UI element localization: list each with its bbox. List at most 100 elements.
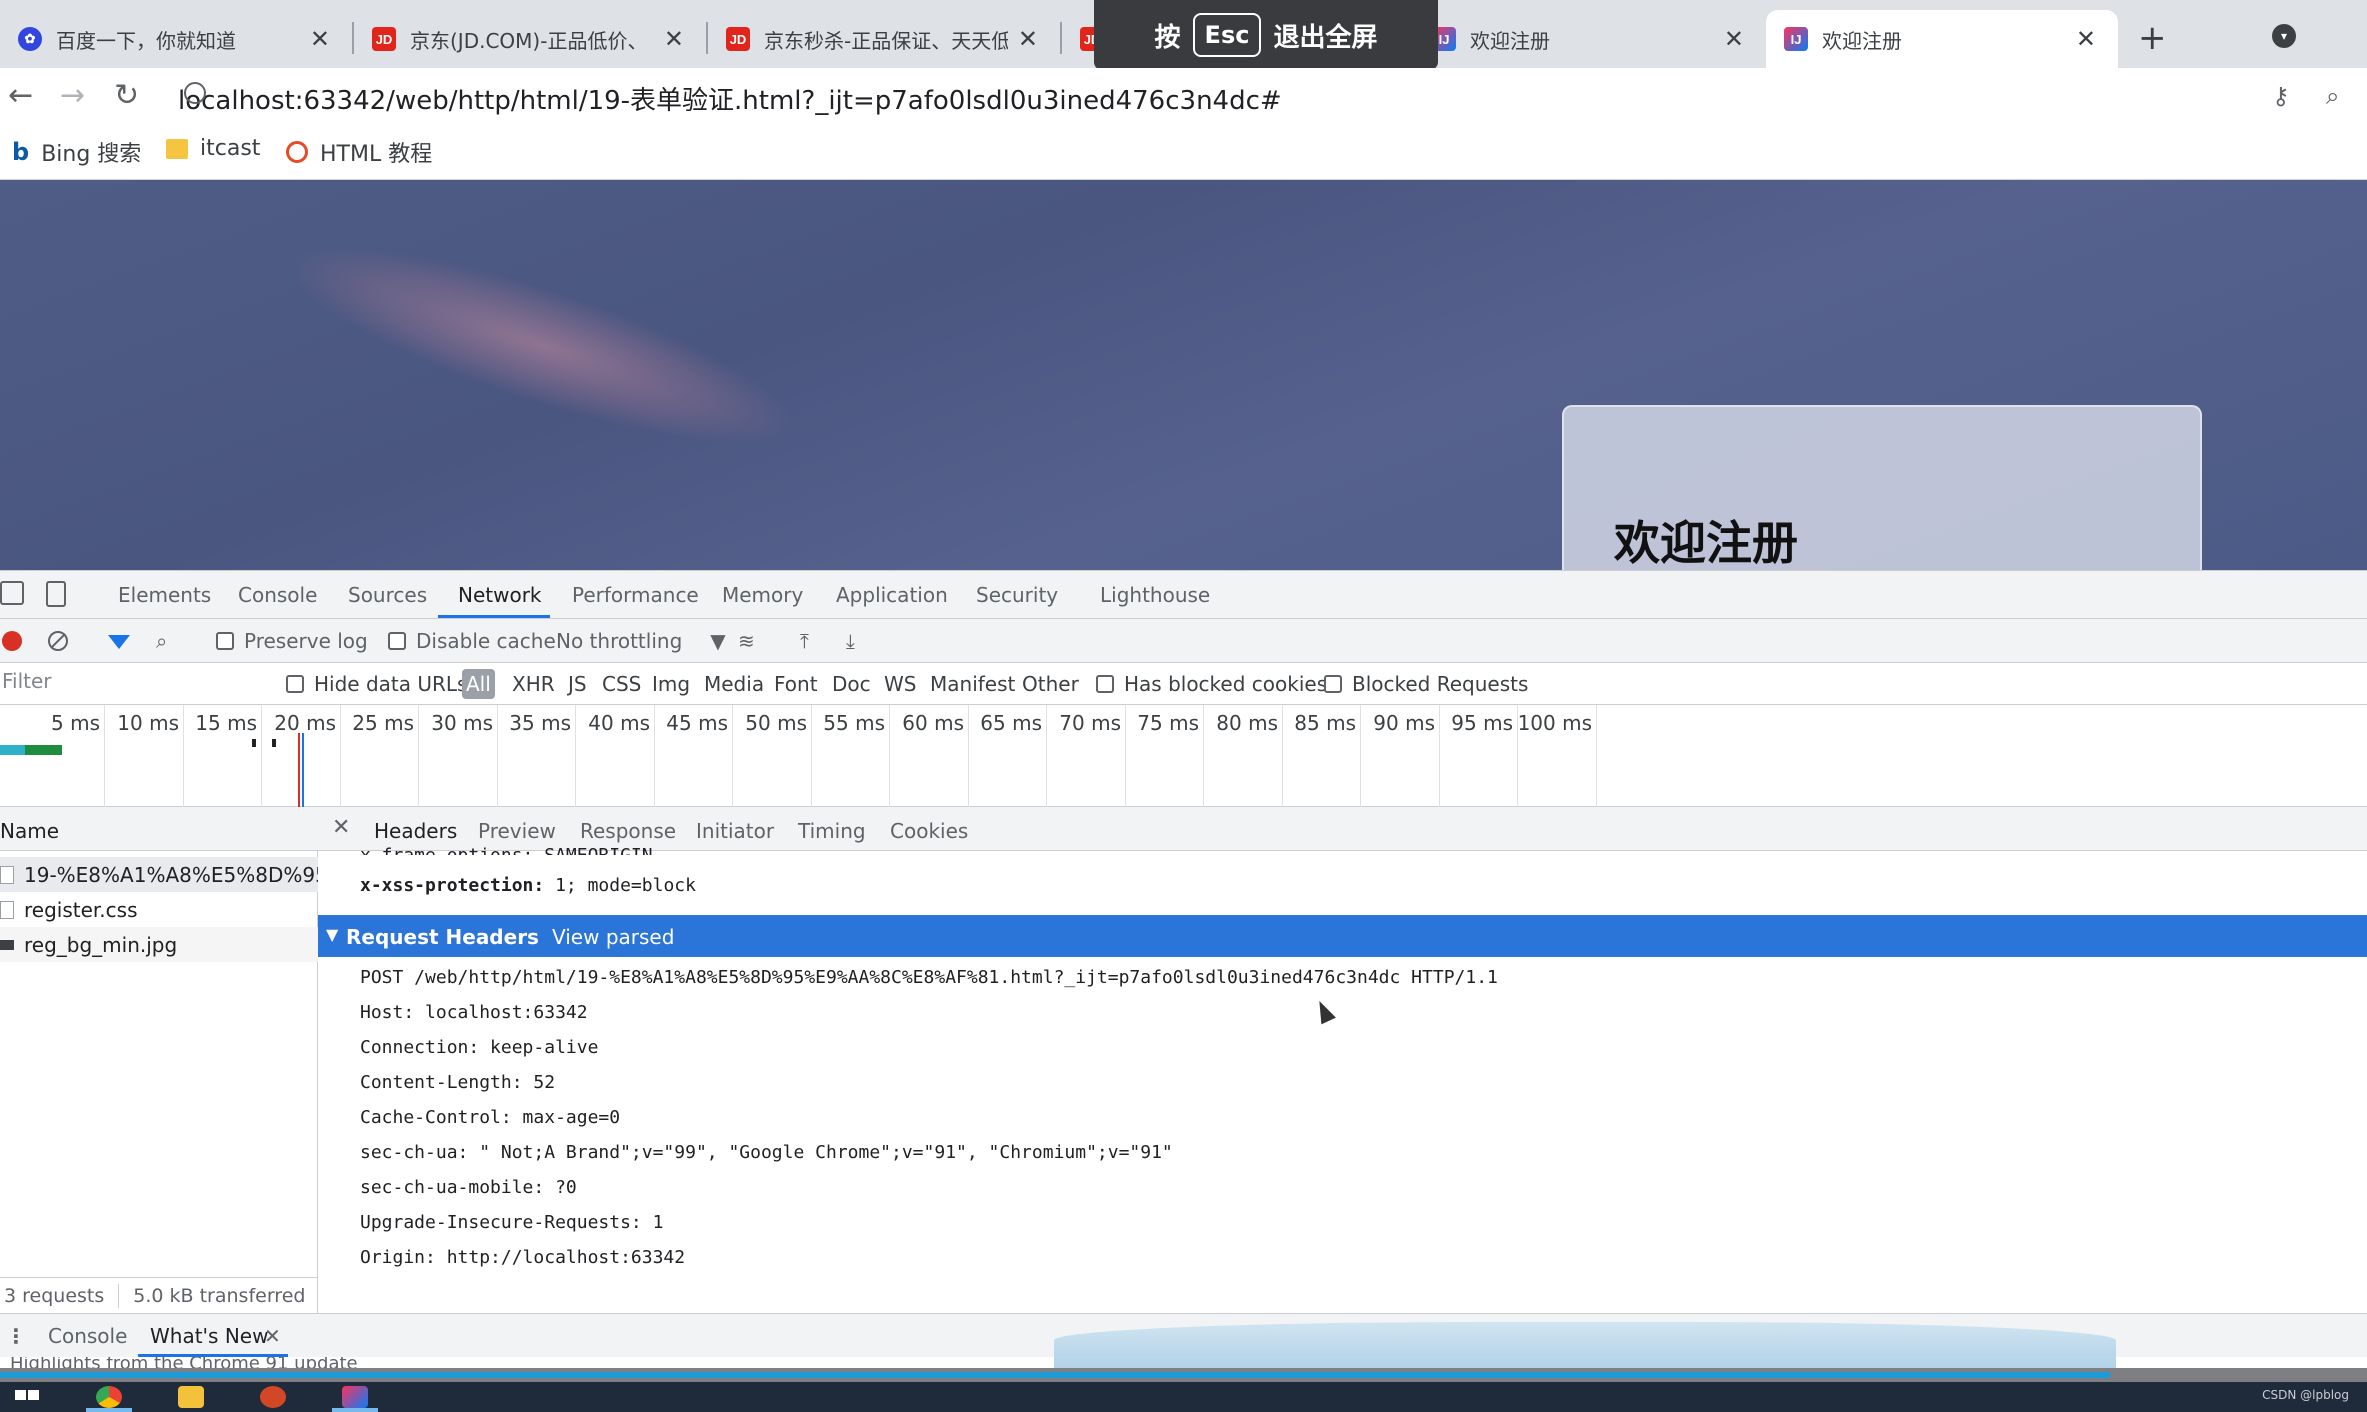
tab-jd[interactable]: JD 京东(JD.COM)-正品低价、 ✕ (354, 10, 706, 68)
name-column-header[interactable]: Name (0, 807, 318, 851)
preserve-log-checkbox[interactable]: Preserve log (216, 629, 368, 653)
tab-register[interactable]: IJ 欢迎注册 ✕ (1414, 10, 1766, 68)
filter-type-font[interactable]: Font (774, 672, 818, 696)
drawer-menu-icon[interactable]: ⋮ (6, 1324, 26, 1348)
tab-console[interactable]: Console (238, 583, 317, 607)
request-name: reg_bg_min.jpg (24, 932, 178, 957)
jd-icon: JD (372, 27, 396, 51)
hint-suffix: 退出全屏 (1273, 22, 1378, 53)
section-title: Request Headers (346, 925, 539, 949)
bookmark-html-tutorial[interactable]: HTML 教程 (286, 136, 432, 168)
filter-icon[interactable] (108, 635, 130, 649)
tab-title: 百度一下，你就知道 (56, 28, 236, 53)
reload-icon[interactable]: ↻ (114, 78, 139, 113)
request-line: POST /web/http/html/19-%E8%A1%A8%E5%8D%9… (360, 967, 1498, 988)
device-toolbar-icon[interactable] (46, 581, 66, 607)
close-detail-icon[interactable]: ✕ (332, 815, 350, 840)
view-parsed-link[interactable]: View parsed (552, 925, 674, 949)
filter-type-media[interactable]: Media (704, 672, 764, 696)
tab-sources[interactable]: Sources (348, 583, 427, 607)
request-name: register.css (24, 897, 138, 922)
checkbox-box[interactable] (1324, 675, 1342, 693)
checkbox-box[interactable] (1096, 675, 1114, 693)
filter-input[interactable]: Filter (0, 669, 264, 699)
tab-timing[interactable]: Timing (798, 819, 866, 843)
address-bar[interactable]: localhost:63342/web/http/html/19-表单验证.ht… (178, 80, 1282, 117)
has-blocked-cookies-checkbox[interactable]: Has blocked cookies (1096, 672, 1327, 696)
filter-type-js[interactable]: JS (568, 672, 587, 696)
site-info-icon[interactable] (184, 82, 206, 104)
forward-arrow-icon[interactable]: → (60, 78, 85, 113)
import-har-icon[interactable]: ⤒ (800, 629, 809, 653)
filter-type-css[interactable]: CSS (602, 672, 641, 696)
tab-search-icon[interactable]: ▾ (2272, 24, 2296, 48)
powerpoint-icon[interactable] (260, 1386, 286, 1408)
hide-data-urls-checkbox[interactable]: Hide data URLs (286, 672, 467, 696)
key-icon[interactable]: ⚷ (2272, 82, 2290, 110)
tab-close-icon[interactable]: ✕ (2076, 25, 2096, 53)
blocked-requests-checkbox[interactable]: Blocked Requests (1324, 672, 1528, 696)
expand-triangle-icon[interactable]: ▼ (326, 925, 338, 944)
inspect-element-icon[interactable] (0, 581, 24, 605)
tab-baidu[interactable]: ✿ 百度一下，你就知道 ✕ (0, 10, 352, 68)
filter-bar: Filter Hide data URLs All XHR JS CSS Img… (0, 663, 2367, 705)
tab-cookies[interactable]: Cookies (890, 819, 968, 843)
tab-jd-seckill[interactable]: JD 京东秒杀-正品保证、天天低 ✕ (708, 10, 1060, 68)
tab-elements[interactable]: Elements (118, 583, 211, 607)
back-arrow-icon[interactable]: ← (8, 78, 33, 113)
tab-lighthouse[interactable]: Lighthouse (1100, 583, 1210, 607)
drawer-tab-whats-new[interactable]: What's New (150, 1324, 268, 1348)
filter-type-other[interactable]: Other (1022, 672, 1079, 696)
tab-performance[interactable]: Performance (572, 583, 699, 607)
tab-close-icon[interactable]: ✕ (1018, 25, 1038, 53)
filter-type-xhr[interactable]: XHR (512, 672, 555, 696)
new-tab-button[interactable]: + (2138, 18, 2167, 58)
bookmark-bing[interactable]: b Bing 搜索 (12, 136, 141, 168)
filter-type-all[interactable]: All (462, 669, 495, 699)
document-icon (0, 865, 14, 884)
tab-preview[interactable]: Preview (478, 819, 556, 843)
request-row[interactable]: 19-%E8%A1%A8%E5%8D%95... (0, 857, 318, 892)
disable-cache-checkbox[interactable]: Disable cache (388, 629, 556, 653)
drawer-tab-close-icon[interactable]: ✕ (264, 1324, 281, 1348)
drawer-tab-console[interactable]: Console (48, 1324, 127, 1348)
filter-type-manifest[interactable]: Manifest (930, 672, 1015, 696)
intellij-taskbar-icon[interactable] (342, 1386, 368, 1408)
dom-content-loaded-line (302, 733, 304, 807)
tab-close-icon[interactable]: ✕ (1724, 25, 1744, 53)
bookmark-itcast[interactable]: itcast (166, 136, 260, 161)
network-conditions-icon[interactable]: ≋ (738, 629, 755, 653)
request-row[interactable]: reg_bg_min.jpg (0, 927, 318, 962)
export-har-icon[interactable]: ⤓ (846, 629, 855, 653)
tab-initiator[interactable]: Initiator (696, 819, 774, 843)
record-icon[interactable] (2, 631, 22, 651)
throttling-select[interactable]: No throttling ▼ (556, 629, 726, 653)
tab-security[interactable]: Security (976, 583, 1058, 607)
file-explorer-icon[interactable] (178, 1386, 204, 1408)
search-icon[interactable]: ⌕ (156, 629, 167, 653)
zoom-icon[interactable]: ⌕ (2326, 82, 2339, 110)
filter-type-img[interactable]: Img (652, 672, 690, 696)
load-event-line (298, 733, 300, 807)
chrome-icon[interactable] (96, 1386, 122, 1408)
windows-start-icon[interactable] (14, 1386, 40, 1408)
video-overlay-wave (1054, 1322, 2116, 1368)
clear-icon[interactable] (48, 631, 68, 651)
tab-close-icon[interactable]: ✕ (310, 25, 330, 53)
filter-type-doc[interactable]: Doc (832, 672, 871, 696)
tab-response[interactable]: Response (580, 819, 676, 843)
checkbox-box[interactable] (216, 632, 234, 650)
checkbox-box[interactable] (388, 632, 406, 650)
filter-type-ws[interactable]: WS (884, 672, 916, 696)
tab-close-icon[interactable]: ✕ (664, 25, 684, 53)
tab-headers[interactable]: Headers (374, 819, 457, 843)
tab-register-active[interactable]: IJ 欢迎注册 ✕ (1766, 10, 2118, 68)
tab-application[interactable]: Application (836, 583, 948, 607)
request-row[interactable]: register.css (0, 892, 318, 927)
request-headers-section[interactable]: ▼ Request Headers View parsed (318, 915, 2367, 957)
checkbox-box[interactable] (286, 675, 304, 693)
tab-memory[interactable]: Memory (722, 583, 803, 607)
timeline-tick-label: 100 ms (1517, 711, 1592, 735)
network-overview[interactable]: 5 ms 10 ms 15 ms 20 ms 25 ms 30 ms 35 ms 40 ms 4… (0, 705, 2367, 807)
tab-network[interactable]: Network (458, 583, 542, 607)
